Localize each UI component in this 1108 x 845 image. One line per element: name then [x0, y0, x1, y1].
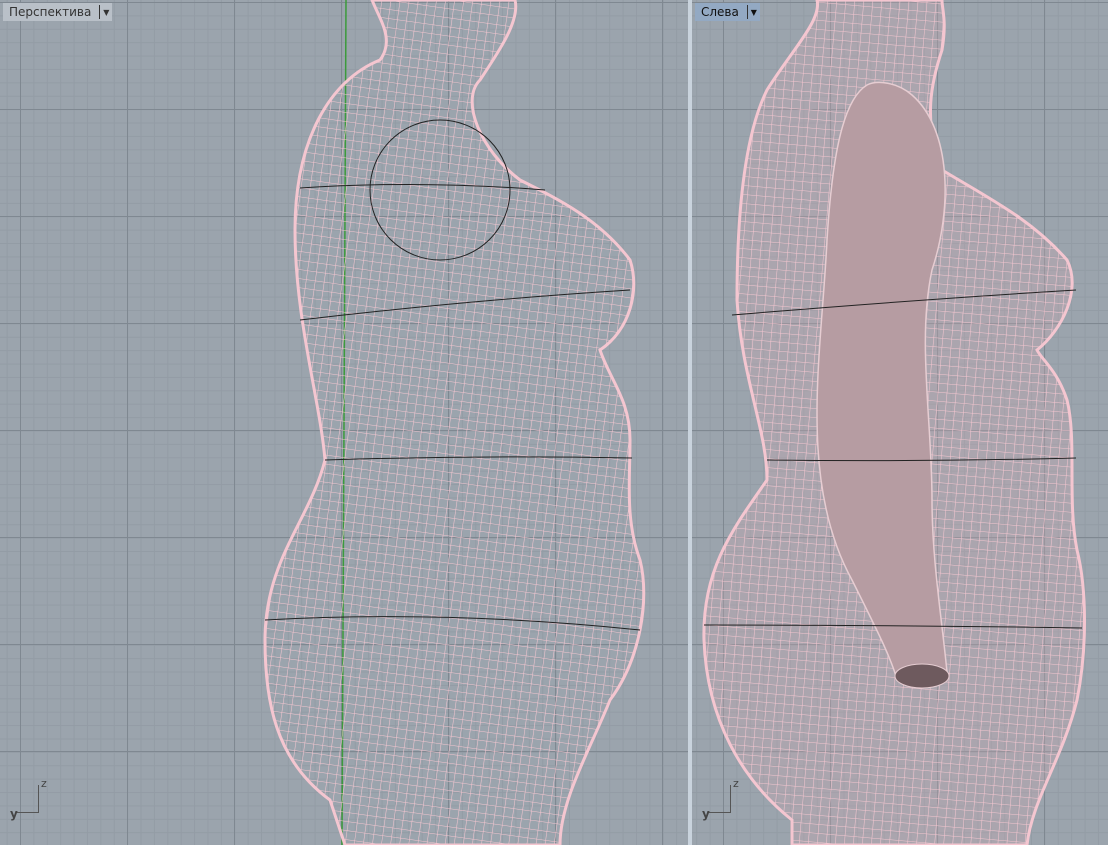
- axis-y-label: y: [10, 807, 18, 821]
- axis-indicator-icon: z y: [8, 777, 48, 821]
- left-viewport[interactable]: Слева ▼ z y: [692, 0, 1108, 845]
- viewport-title-left[interactable]: Слева ▼: [695, 3, 760, 21]
- dropdown-arrow-icon[interactable]: ▼: [746, 5, 760, 19]
- body-wireframe-perspective: [263, 0, 646, 845]
- viewport-title-perspective[interactable]: Перспектива ▼: [3, 3, 113, 21]
- body-wireframe-left: [702, 0, 1086, 845]
- axis-z-label: z: [41, 777, 47, 790]
- axis-z-label: z: [733, 777, 739, 790]
- dropdown-arrow-icon[interactable]: ▼: [99, 5, 112, 19]
- axis-indicator-icon: z y: [700, 777, 740, 821]
- viewport-title-text: Перспектива: [9, 5, 92, 19]
- viewport-title-text: Слева: [701, 5, 739, 19]
- perspective-viewport[interactable]: Перспектива ▼ z y: [0, 0, 688, 845]
- axis-y-label: y: [702, 807, 710, 821]
